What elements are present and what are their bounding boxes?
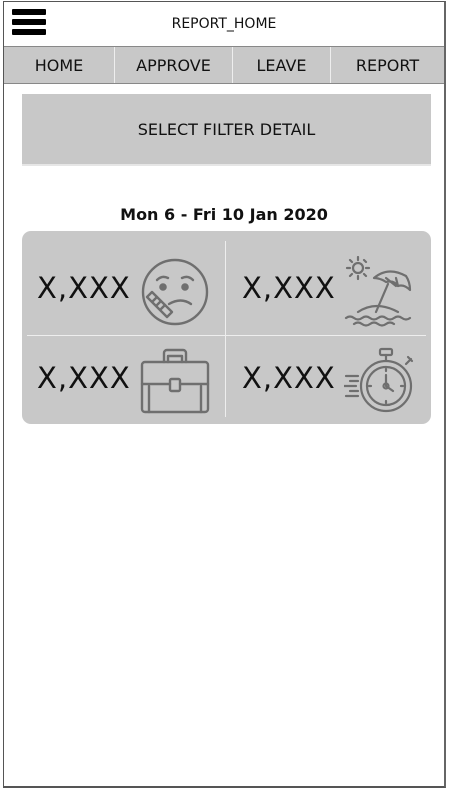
beach-umbrella-icon bbox=[344, 256, 412, 327]
tab-home[interactable]: HOME bbox=[4, 47, 114, 83]
select-filter-button[interactable]: SELECT FILTER DETAIL bbox=[22, 94, 431, 166]
vacation-count: X,XXX bbox=[242, 271, 336, 305]
sick-count: X,XXX bbox=[37, 271, 131, 305]
briefcase-icon bbox=[140, 348, 210, 414]
overtime-stat-cell[interactable]: X,XXX bbox=[227, 321, 427, 416]
tab-report[interactable]: REPORT bbox=[330, 47, 444, 83]
nav-bar: HOME APPROVE LEAVE REPORT bbox=[4, 46, 444, 84]
tab-approve[interactable]: APPROVE bbox=[114, 47, 232, 83]
date-range-label: Mon 6 - Fri 10 Jan 2020 bbox=[120, 205, 328, 224]
tab-leave[interactable]: LEAVE bbox=[232, 47, 330, 83]
app-frame: REPORT_HOME HOME APPROVE LEAVE REPORT SE… bbox=[3, 1, 446, 788]
overtime-count: X,XXX bbox=[242, 361, 336, 395]
summary-card: X,XXX X,XXX X,XXX X,XXX bbox=[22, 231, 431, 424]
sick-face-icon bbox=[141, 258, 209, 326]
work-count: X,XXX bbox=[37, 361, 131, 395]
stopwatch-icon bbox=[344, 347, 414, 413]
vacation-stat-cell[interactable]: X,XXX bbox=[227, 231, 427, 327]
vertical-divider bbox=[225, 241, 226, 417]
sick-stat-cell[interactable]: X,XXX bbox=[22, 231, 222, 326]
page-title: REPORT_HOME bbox=[171, 16, 277, 32]
work-stat-cell[interactable]: X,XXX bbox=[22, 321, 222, 416]
title-bar: REPORT_HOME bbox=[4, 2, 444, 46]
